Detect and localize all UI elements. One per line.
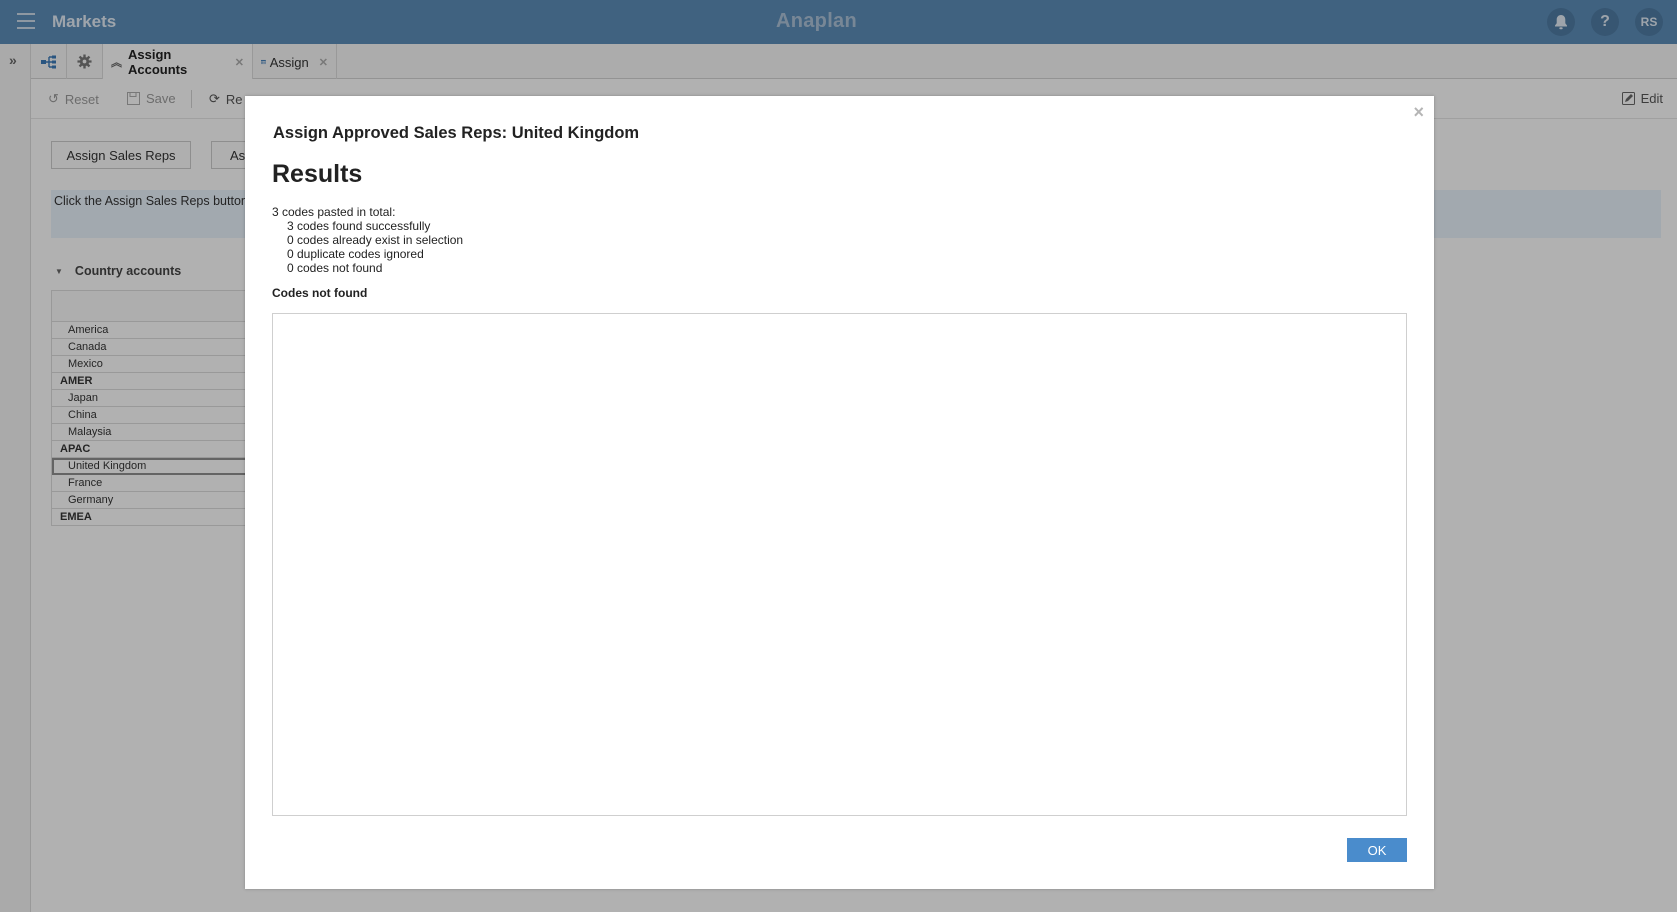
summary-line: 0 codes already exist in selection <box>287 233 464 247</box>
dialog-title: Assign Approved Sales Reps: United Kingd… <box>273 124 640 142</box>
ok-button[interactable]: OK <box>1347 838 1407 862</box>
close-dialog-icon[interactable]: × <box>1413 102 1424 123</box>
results-summary: 3 codes pasted in total: 3 codes found s… <box>272 205 463 275</box>
codes-not-found-textarea[interactable] <box>272 313 1407 816</box>
summary-total: 3 codes pasted in total: <box>272 205 396 219</box>
summary-line: 0 codes not found <box>287 261 383 275</box>
results-heading: Results <box>272 160 363 188</box>
codes-not-found-label: Codes not found <box>272 286 368 300</box>
summary-line: 0 duplicate codes ignored <box>287 247 424 261</box>
summary-line: 3 codes found successfully <box>287 219 431 233</box>
results-dialog: × Assign Approved Sales Reps: United Kin… <box>245 96 1434 889</box>
